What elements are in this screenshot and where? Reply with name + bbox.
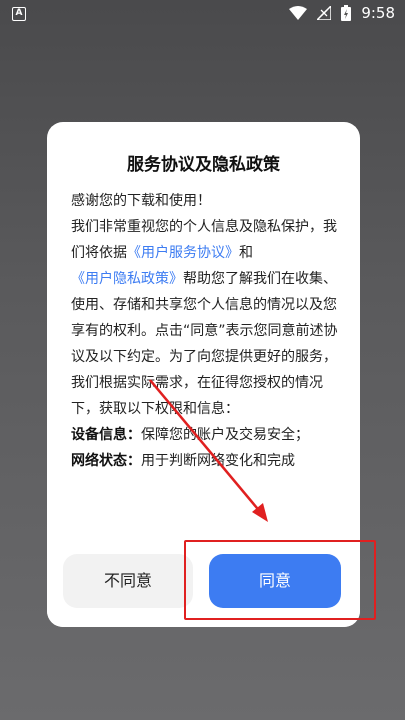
privacy-policy-link[interactable]: 《用户隐私政策》 [71,271,183,287]
greeting-text: 感谢您的下载和使用！ [71,193,211,209]
status-time: 9:58 [361,4,395,22]
policy-text-2: 和 [239,245,253,261]
annotation-highlight-box [184,540,376,620]
app-notification-icon: A [12,7,26,21]
network-status-label: 网络状态： [71,453,141,469]
dialog-body[interactable]: 感谢您的下载和使用！ 我们非常重视您的个人信息及隐私保护，我们将依据《用户服务协… [71,188,341,598]
disagree-button[interactable]: 不同意 [63,554,193,608]
device-info-label: 设备信息： [71,427,141,443]
wifi-icon [289,6,308,20]
device-info-text: 保障您的账户及交易安全； [141,427,309,443]
network-status-text: 用于判断网络变化和完成 [141,453,295,469]
policy-paragraph: 我们非常重视您的个人信息及隐私保护，我们将依据《用户服务协议》和 《用户隐私政策》… [71,214,341,422]
status-icons: 9:58 [289,4,395,22]
dialog-title: 服务协议及隐私政策 [127,155,280,175]
battery-icon [341,5,352,21]
signal-icon [317,6,332,20]
policy-text-3: 帮助您了解我们在收集、使用、存储和共享您个人信息的情况以及您享有的权利。点击“同… [71,271,338,417]
permission-item-device: 设备信息：保障您的账户及交易安全； [71,422,341,448]
permission-item-network: 网络状态：用于判断网络变化和完成 [71,448,341,474]
status-bar: A 9:58 [0,0,405,28]
user-service-agreement-link[interactable]: 《用户服务协议》 [127,245,239,261]
